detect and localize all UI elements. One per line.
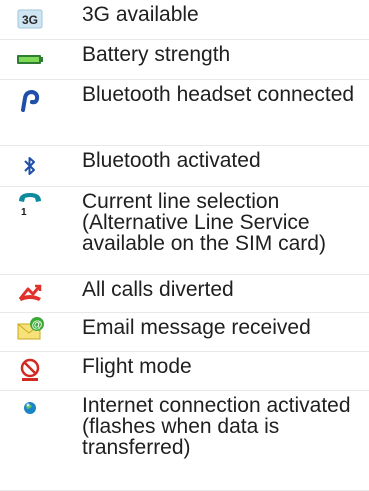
internet-connection-icon	[17, 397, 43, 423]
battery-icon	[17, 49, 43, 75]
legend-label-battery: Battery strength	[82, 43, 231, 66]
calls-diverted-icon	[17, 281, 43, 307]
legend-row-bt-headset: Bluetooth headset connected	[0, 80, 369, 146]
legend-label-3g: 3G available	[82, 3, 199, 26]
legend-label-bluetooth: Bluetooth activated	[82, 149, 261, 172]
legend-row-flight-mode: Flight mode	[0, 352, 369, 391]
legend-label-calls-diverted: All calls diverted	[82, 278, 234, 301]
3g-icon-badge: 3G	[22, 13, 38, 27]
legend-row-bluetooth: Bluetooth activated	[0, 146, 369, 187]
flight-mode-icon	[17, 357, 43, 383]
3g-icon: 3G	[17, 8, 43, 34]
legend-row-calls-diverted: All calls diverted	[0, 275, 369, 313]
email-received-icon: @	[17, 316, 44, 342]
legend-row-internet: Internet connection activated (flashes w…	[0, 391, 369, 491]
legend-row-3g: 3G 3G available	[0, 0, 369, 40]
legend-row-line-selection: 1 Current line selection (Alternative Li…	[0, 187, 369, 275]
legend-label-internet: Internet connection activated (flashes w…	[82, 394, 351, 459]
bluetooth-headset-icon	[17, 88, 43, 114]
legend-label-flight-mode: Flight mode	[82, 355, 192, 378]
legend-row-email: @ Email message received	[0, 313, 369, 352]
bluetooth-icon	[17, 154, 43, 180]
svg-text:@: @	[32, 319, 43, 331]
legend-label-email: Email message received	[82, 316, 311, 339]
legend-row-battery: Battery strength	[0, 40, 369, 80]
line-selection-icon: 1	[17, 191, 43, 218]
legend-label-bt-headset: Bluetooth headset connected	[82, 83, 355, 106]
line-number-badge: 1	[21, 207, 27, 218]
legend-label-line-selection: Current line selection (Alternative Line…	[82, 190, 326, 255]
